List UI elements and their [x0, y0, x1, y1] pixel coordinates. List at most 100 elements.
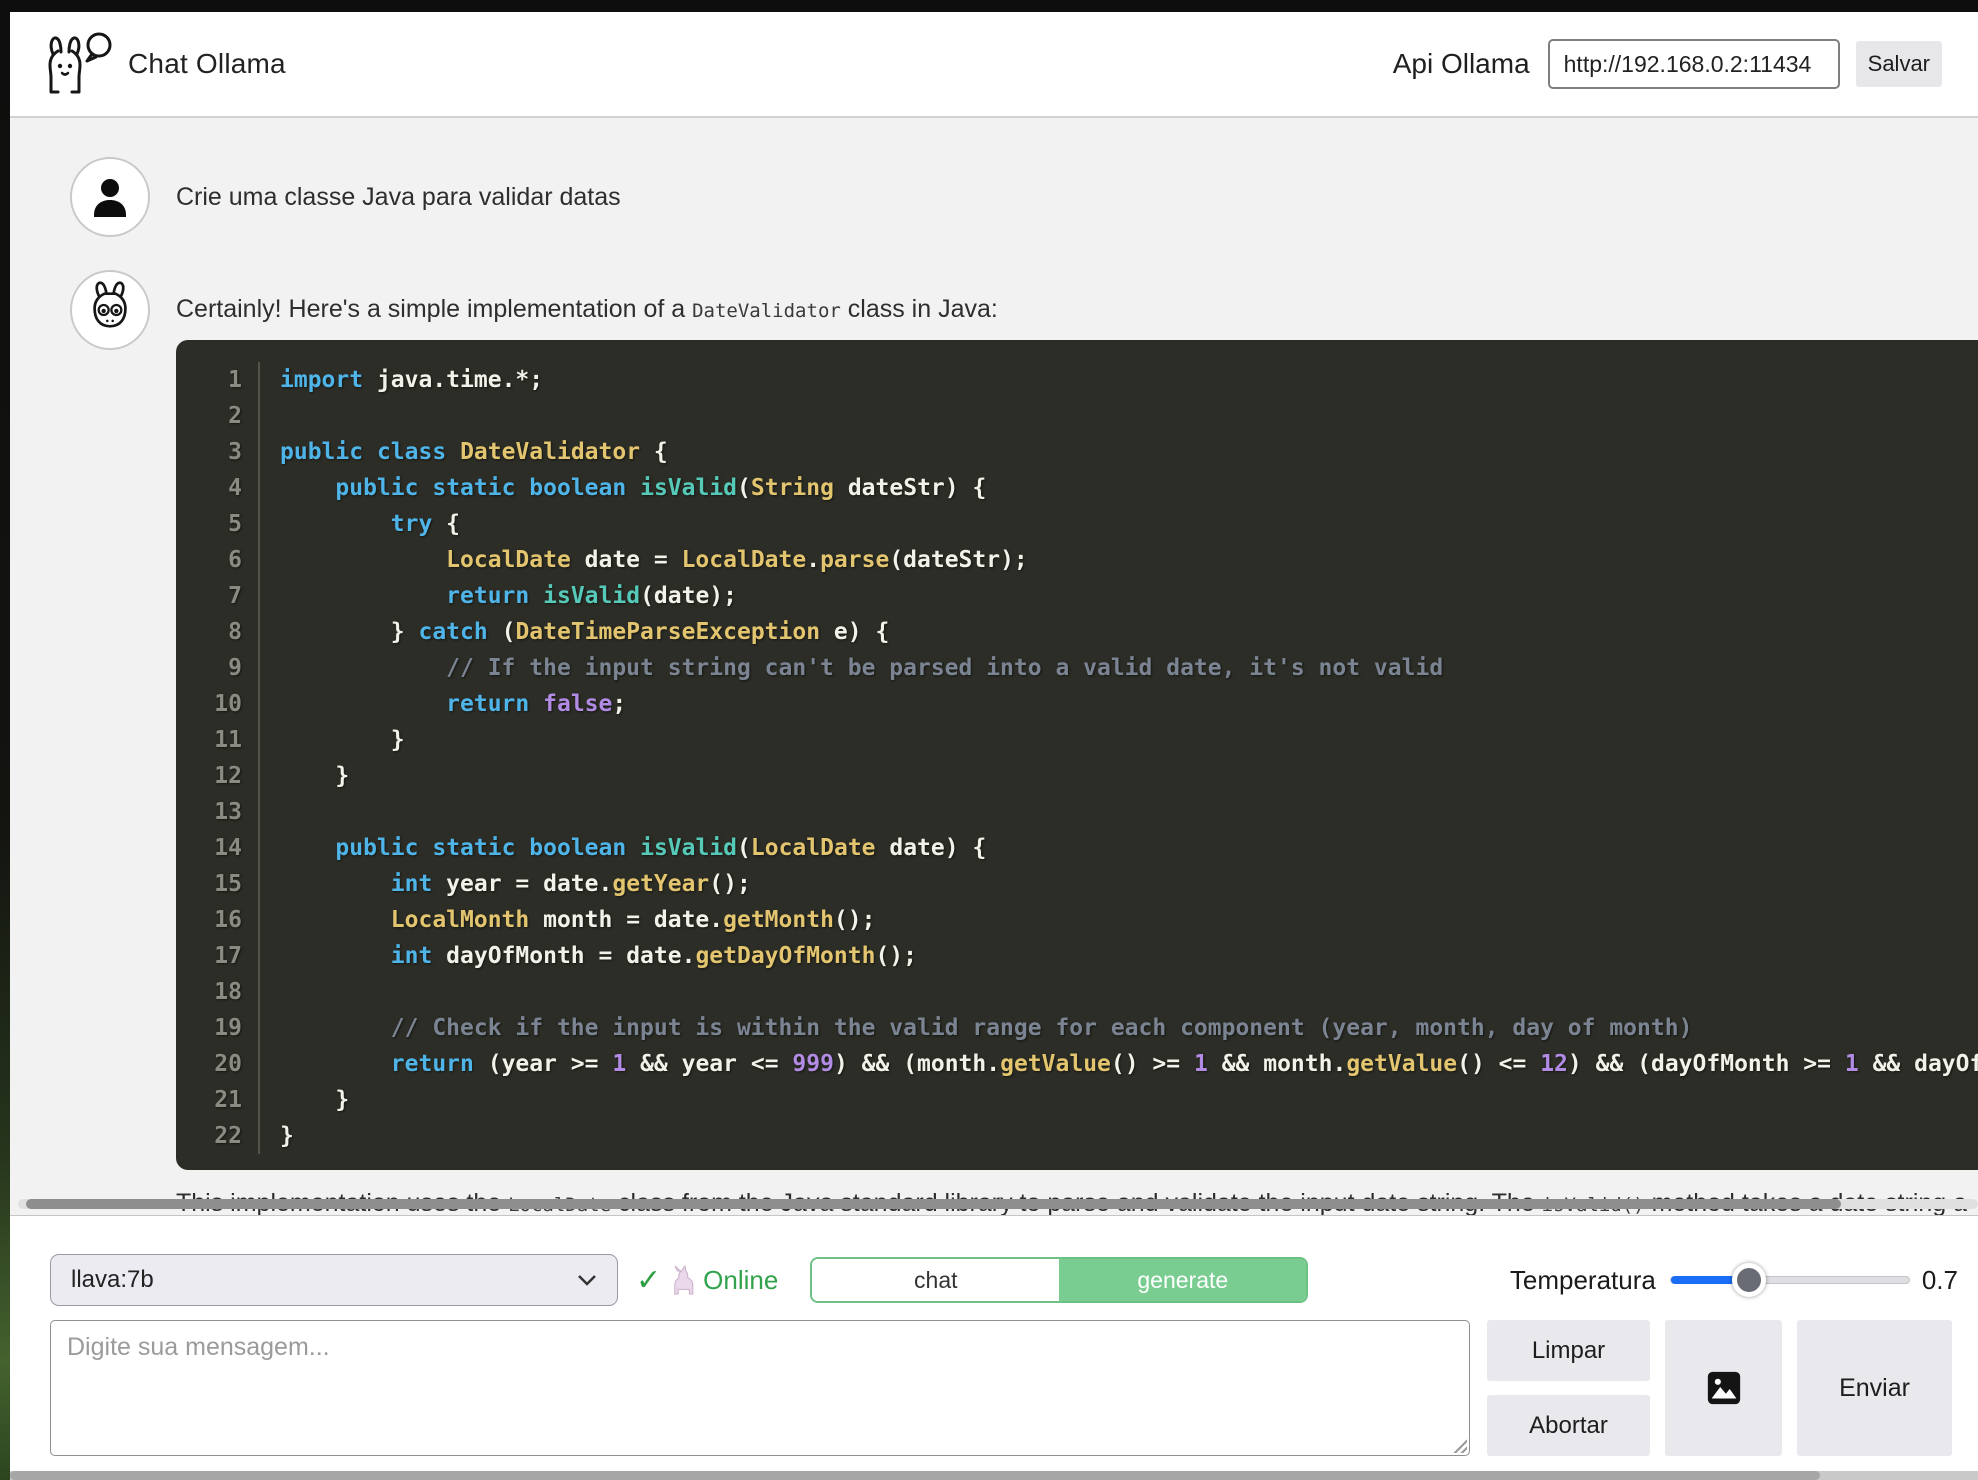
messages-scrollbar-thumb[interactable] [26, 1199, 1841, 1209]
inline-code: DateValidator [692, 300, 841, 322]
code-text: int dayOfMonth = date.getDayOfMonth(); [260, 938, 917, 974]
connection-status: ✓ Online [636, 1263, 778, 1298]
code-line: 12 } [176, 758, 1978, 794]
code-text: return (year >= 1 && year <= 999) && (mo… [260, 1046, 1978, 1082]
message-input-wrap [50, 1320, 1470, 1456]
mode-generate-button[interactable]: generate [1059, 1259, 1306, 1301]
code-text: LocalDate date = LocalDate.parse(dateStr… [260, 542, 1028, 578]
line-number: 5 [176, 506, 260, 542]
message-input[interactable] [50, 1320, 1470, 1456]
code-line: 4 public static boolean isValid(String d… [176, 470, 1978, 506]
temperature-slider[interactable] [1670, 1262, 1910, 1298]
composer-panel: llava:7b ✓ Online chat generate [10, 1215, 1978, 1480]
text-segment: Certainly! Here's a simple implementatio… [176, 295, 692, 323]
page-horizontal-scrollbar[interactable] [10, 1471, 1978, 1480]
code-line: 22} [176, 1118, 1978, 1154]
temperature-label: Temperatura [1510, 1265, 1656, 1296]
image-icon [1705, 1369, 1743, 1407]
messages-horizontal-scrollbar[interactable] [18, 1199, 1978, 1209]
code-text: } [260, 1118, 294, 1154]
clear-button[interactable]: Limpar [1487, 1320, 1650, 1381]
temperature-value: 0.7 [1922, 1265, 1958, 1296]
line-number: 22 [176, 1118, 260, 1154]
model-select[interactable]: llava:7b [50, 1254, 618, 1306]
window-edge-left [0, 0, 10, 1480]
code-text: } catch (DateTimeParseException e) { [260, 614, 889, 650]
mode-chat-button[interactable]: chat [812, 1259, 1059, 1301]
app-window: Chat Ollama Api Ollama Salvar Crie uma c… [10, 12, 1978, 1480]
line-number: 20 [176, 1046, 260, 1082]
line-number: 8 [176, 614, 260, 650]
code-line: 8 } catch (DateTimeParseException e) { [176, 614, 1978, 650]
code-line: 15 int year = date.getYear(); [176, 866, 1978, 902]
code-text [260, 794, 294, 830]
code-line: 20 return (year >= 1 && year <= 999) && … [176, 1046, 1978, 1082]
check-icon: ✓ [636, 1263, 661, 1298]
line-number: 18 [176, 974, 260, 1010]
send-button[interactable]: Enviar [1797, 1320, 1952, 1456]
code-line: 7 return isValid(date); [176, 578, 1978, 614]
code-text: return false; [260, 686, 626, 722]
page-title: Chat Ollama [128, 48, 286, 80]
code-text: public static boolean isValid(String dat… [260, 470, 986, 506]
line-number: 12 [176, 758, 260, 794]
code-line: 3public class DateValidator { [176, 434, 1978, 470]
window-edge-top [0, 0, 1978, 12]
line-number: 7 [176, 578, 260, 614]
header-bar: Chat Ollama Api Ollama Salvar [10, 12, 1978, 118]
save-button[interactable]: Salvar [1856, 41, 1942, 87]
person-icon [86, 173, 134, 221]
line-number: 11 [176, 722, 260, 758]
line-number: 2 [176, 398, 260, 434]
api-url-input[interactable] [1548, 39, 1840, 89]
screen: Chat Ollama Api Ollama Salvar Crie uma c… [0, 0, 1978, 1480]
code-text: public static boolean isValid(LocalDate … [260, 830, 986, 866]
slider-track[interactable] [1670, 1276, 1910, 1284]
line-number: 10 [176, 686, 260, 722]
assistant-avatar [70, 270, 150, 350]
line-number: 1 [176, 362, 260, 398]
line-number: 14 [176, 830, 260, 866]
llama-chat-logo-icon [36, 32, 114, 96]
assistant-message-content: Certainly! Here's a simple implementatio… [176, 270, 1978, 1215]
code-line: 17 int dayOfMonth = date.getDayOfMonth()… [176, 938, 1978, 974]
code-text: try { [260, 506, 460, 542]
code-text [260, 974, 294, 1010]
temperature-control: Temperatura 0.7 [1510, 1262, 1958, 1298]
code-line: 18 [176, 974, 1978, 1010]
code-text: } [260, 758, 349, 794]
code-text: // Check if the input is within the vali… [260, 1010, 1692, 1046]
assistant-intro-text: Certainly! Here's a simple implementatio… [176, 270, 1978, 328]
mode-toggle: chat generate [810, 1257, 1308, 1303]
code-line: 1import java.time.*; [176, 362, 1978, 398]
llama-face-icon [81, 281, 139, 339]
llama-status-icon [669, 1265, 695, 1295]
line-number: 13 [176, 794, 260, 830]
abort-button[interactable]: Abortar [1487, 1395, 1650, 1456]
clear-abort-column: Limpar Abortar [1487, 1320, 1650, 1456]
code-text [260, 398, 294, 434]
status-label: Online [703, 1265, 778, 1296]
user-message-row: Crie uma classe Java para validar datas [10, 157, 1978, 237]
api-label: Api Ollama [1393, 48, 1530, 80]
code-line: 9 // If the input string can't be parsed… [176, 650, 1978, 686]
line-number: 21 [176, 1082, 260, 1118]
code-line: 19 // Check if the input is within the v… [176, 1010, 1978, 1046]
slider-thumb[interactable] [1732, 1263, 1766, 1297]
model-select-value: llava:7b [71, 1266, 154, 1294]
line-number: 9 [176, 650, 260, 686]
code-line: 2 [176, 398, 1978, 434]
code-text: LocalMonth month = date.getMonth(); [260, 902, 875, 938]
page-scrollbar-thumb[interactable] [10, 1471, 1820, 1480]
line-number: 6 [176, 542, 260, 578]
chevron-down-icon [577, 1274, 597, 1287]
code-lines: 1import java.time.*;2 3public class Date… [176, 362, 1978, 1154]
brand: Chat Ollama [10, 32, 286, 96]
line-number: 19 [176, 1010, 260, 1046]
composer-controls-row: llava:7b ✓ Online chat generate [50, 1254, 1958, 1306]
attach-image-button[interactable] [1665, 1320, 1782, 1456]
line-number: 4 [176, 470, 260, 506]
composer-input-row: Limpar Abortar Enviar [50, 1320, 1952, 1456]
code-text: } [260, 1082, 349, 1118]
code-text: } [260, 722, 405, 758]
